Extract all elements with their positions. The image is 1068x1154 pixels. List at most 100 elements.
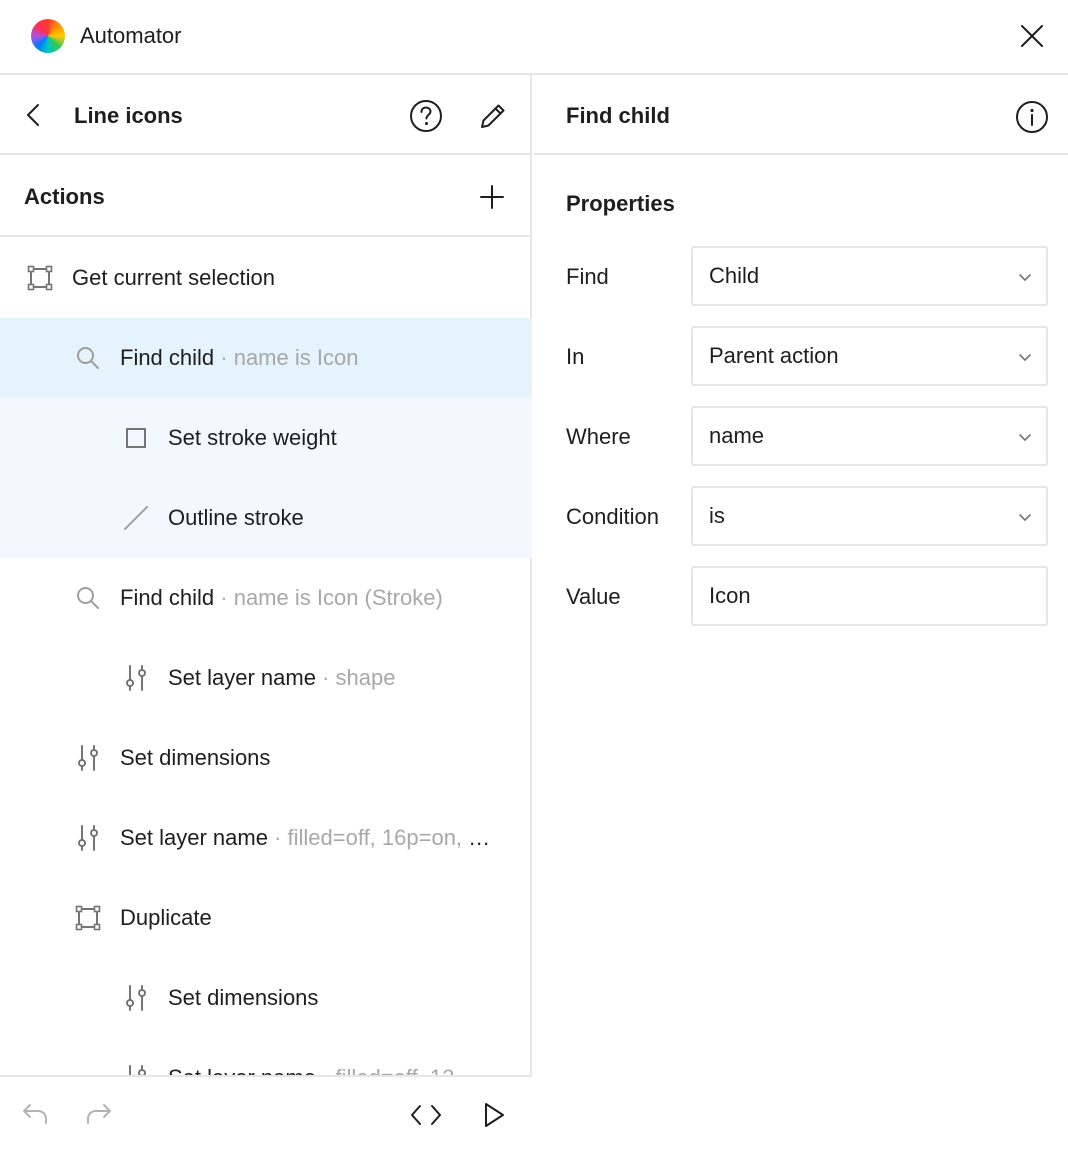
action-item[interactable]: Set layer name · filled=off, 12 <box>0 1038 532 1075</box>
frame-icon <box>26 264 54 292</box>
chevron-down-icon <box>1018 430 1032 444</box>
action-item-text: Set layer name · shape <box>168 664 395 692</box>
properties-title: Properties <box>566 191 675 216</box>
panel-title: Find child <box>566 103 670 128</box>
redo-icon <box>87 1104 111 1124</box>
play-icon <box>485 1103 504 1127</box>
chevron-left-icon <box>27 104 39 126</box>
search-icon <box>74 344 102 372</box>
back-button[interactable] <box>16 97 52 133</box>
line-icon <box>122 504 150 532</box>
action-item-label: Find child <box>120 585 215 610</box>
workflow-header: Line icons <box>0 75 532 155</box>
actions-pane: Line icons Actions Get current selection… <box>0 75 532 1154</box>
info-button[interactable] <box>1012 97 1052 137</box>
edit-button[interactable] <box>474 97 512 135</box>
action-item-text: Set stroke weight <box>168 424 337 452</box>
in-select[interactable]: Parent action <box>691 326 1048 386</box>
action-item[interactable]: Set dimensions <box>0 718 532 798</box>
in-label: In <box>566 344 585 369</box>
action-item[interactable]: Get current selection <box>0 238 532 318</box>
chevron-down-icon <box>1018 270 1032 284</box>
code-button[interactable] <box>404 1095 448 1135</box>
code-icon <box>411 1105 441 1125</box>
action-item-label: Set dimensions <box>120 745 271 770</box>
redo-button[interactable] <box>80 1095 118 1133</box>
action-item-text: Outline stroke <box>168 504 304 532</box>
action-item-label: Set stroke weight <box>168 425 337 450</box>
title-bar: Automator <box>0 0 1068 75</box>
action-item-detail: · filled=off, 16p=on, 1.5px <box>267 825 498 850</box>
action-item-label: Find child <box>120 345 215 370</box>
plus-icon <box>480 185 504 209</box>
action-item[interactable]: Duplicate <box>0 878 532 958</box>
close-button[interactable] <box>1014 18 1050 54</box>
action-item-text: Set layer name · filled=off, 16p=on, 1.5… <box>120 824 498 852</box>
action-item-label: Set layer name <box>168 1065 316 1075</box>
action-item-label: Set layer name <box>168 665 316 690</box>
action-item[interactable]: Set stroke weight <box>0 398 532 478</box>
workflow-title: Line icons <box>74 103 183 128</box>
action-item[interactable]: Set layer name · filled=off, 16p=on, 1.5… <box>0 798 532 878</box>
action-item-text: Set dimensions <box>168 984 318 1012</box>
sliders-icon <box>122 1064 150 1075</box>
sliders-icon <box>122 664 150 692</box>
find-label: Find <box>566 264 609 289</box>
find-select-value: Child <box>709 263 760 288</box>
search-icon <box>74 584 102 612</box>
undo-icon <box>23 1104 47 1124</box>
action-item-text: Find child · name is Icon <box>120 344 358 372</box>
sliders-icon <box>122 984 150 1012</box>
action-item[interactable]: Set layer name · shape <box>0 638 532 718</box>
chevron-down-icon <box>1018 510 1032 524</box>
frame-icon <box>74 904 102 932</box>
info-icon <box>1016 101 1048 133</box>
action-item-detail: · shape <box>315 665 396 690</box>
actions-title: Actions <box>24 184 105 209</box>
pencil-icon <box>481 104 505 128</box>
action-item[interactable]: Find child · name is Icon <box>0 318 532 398</box>
action-item[interactable]: Set dimensions <box>0 958 532 1038</box>
action-item-text: Duplicate <box>120 904 212 932</box>
undo-button[interactable] <box>16 1095 54 1133</box>
condition-select-value: is <box>709 503 725 528</box>
action-item[interactable]: Outline stroke <box>0 478 532 558</box>
add-action-button[interactable] <box>472 177 512 217</box>
app-logo-icon <box>31 19 65 53</box>
action-item-text: Set layer name · filled=off, 12 <box>168 1064 454 1075</box>
where-select[interactable]: name <box>691 406 1048 466</box>
where-label: Where <box>566 424 631 449</box>
action-item-text: Set dimensions <box>120 744 270 772</box>
action-item-text: Find child · name is Icon (Stroke) <box>120 584 443 612</box>
action-item-detail: · name is Icon (Stroke) <box>214 585 443 610</box>
action-item-label: Set dimensions <box>168 985 319 1010</box>
action-item-label: Set layer name <box>120 825 268 850</box>
app-title: Automator <box>80 23 182 48</box>
action-list[interactable]: Get current selection Find child · name i… <box>0 238 532 1075</box>
find-select[interactable]: Child <box>691 246 1048 306</box>
action-item-text: Get current selection <box>72 264 275 292</box>
close-icon <box>1021 25 1043 47</box>
where-select-value: name <box>709 423 765 448</box>
help-button[interactable] <box>406 96 446 136</box>
actions-footer <box>0 1075 532 1154</box>
condition-label: Condition <box>566 504 659 529</box>
sliders-icon <box>74 744 102 772</box>
panel-header: Find child <box>534 75 1068 155</box>
action-item[interactable]: Find child · name is Icon (Stroke) <box>0 558 532 638</box>
chevron-down-icon <box>1018 350 1032 364</box>
run-button[interactable] <box>474 1095 514 1135</box>
in-select-value: Parent action <box>709 343 839 368</box>
value-input[interactable] <box>691 566 1048 626</box>
value-label: Value <box>566 584 621 609</box>
action-item-label: Get current selection <box>72 265 275 290</box>
square-icon <box>122 424 150 452</box>
properties-pane: Find child Properties Find Child In Pare… <box>534 75 1068 1154</box>
action-item-label: Duplicate <box>120 905 212 930</box>
condition-select[interactable]: is <box>691 486 1048 546</box>
action-item-detail: · name is Icon <box>214 345 359 370</box>
sliders-icon <box>74 824 102 852</box>
action-item-detail: · filled=off, 12 <box>316 1065 454 1075</box>
action-item-label: Outline stroke <box>168 505 304 530</box>
help-icon <box>410 100 442 132</box>
